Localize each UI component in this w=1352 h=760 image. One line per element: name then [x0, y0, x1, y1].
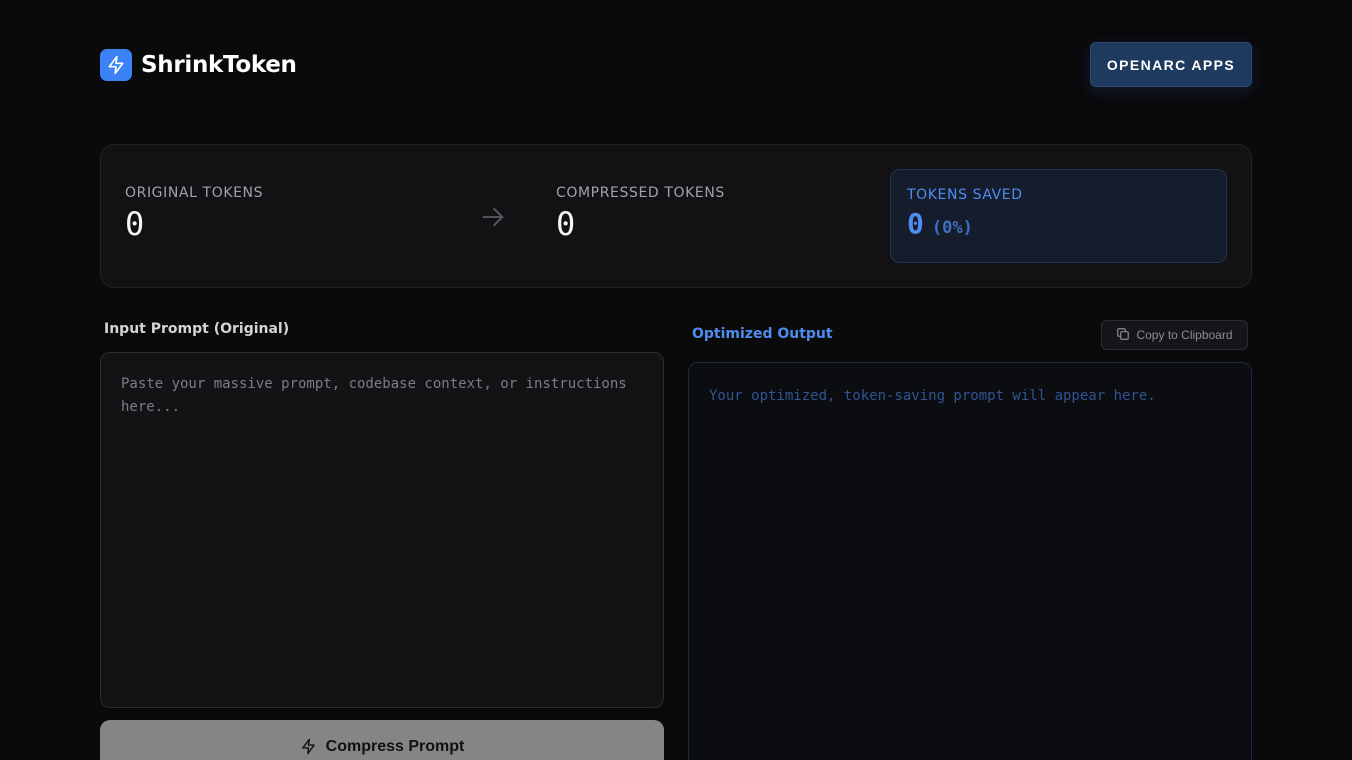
shrinktoken-app: ShrinkToken OPENARC APPS ORIGINAL TOKENS…: [0, 0, 1352, 760]
compress-prompt-label: Compress Prompt: [325, 738, 465, 755]
compressed-tokens-stat: COMPRESSED TOKENS 0: [556, 185, 725, 243]
openarc-apps-button[interactable]: OPENARC APPS: [1090, 42, 1252, 87]
app-name: ShrinkToken: [141, 51, 297, 78]
input-prompt-textarea[interactable]: [100, 352, 664, 708]
original-tokens-label: ORIGINAL TOKENS: [125, 185, 264, 201]
compressed-tokens-label: COMPRESSED TOKENS: [556, 185, 725, 201]
input-prompt-label: Input Prompt (Original): [104, 321, 290, 337]
copy-icon: [1116, 327, 1130, 344]
original-tokens-stat: ORIGINAL TOKENS 0: [125, 185, 263, 243]
tokens-saved-row: 0 (0%): [907, 207, 1210, 240]
optimized-output-placeholder: Your optimized, token-saving prompt will…: [709, 388, 1156, 404]
tokens-saved-label: TOKENS SAVED: [907, 187, 1023, 203]
lightning-bolt-icon: [300, 738, 317, 760]
tokens-saved-value: 0: [907, 207, 924, 240]
app-header: ShrinkToken OPENARC APPS: [100, 42, 1252, 87]
copy-to-clipboard-button[interactable]: Copy to Clipboard: [1101, 320, 1248, 350]
original-tokens-value: 0: [125, 205, 145, 243]
optimized-output-label: Optimized Output: [692, 326, 833, 342]
lightning-bolt-icon: [100, 48, 132, 81]
optimized-output-panel[interactable]: Your optimized, token-saving prompt will…: [688, 362, 1252, 760]
compressed-tokens-value: 0: [556, 205, 576, 243]
arrow-right-icon: [479, 203, 507, 235]
brand[interactable]: ShrinkToken: [100, 48, 297, 81]
tokens-saved-stat: TOKENS SAVED 0 (0%): [890, 169, 1227, 263]
copy-to-clipboard-label: Copy to Clipboard: [1136, 328, 1233, 342]
tokens-saved-percent: (0%): [931, 218, 973, 238]
token-stats-card: ORIGINAL TOKENS 0 COMPRESSED TOKENS 0 TO…: [100, 144, 1252, 288]
compress-prompt-button[interactable]: Compress Prompt: [100, 720, 664, 760]
